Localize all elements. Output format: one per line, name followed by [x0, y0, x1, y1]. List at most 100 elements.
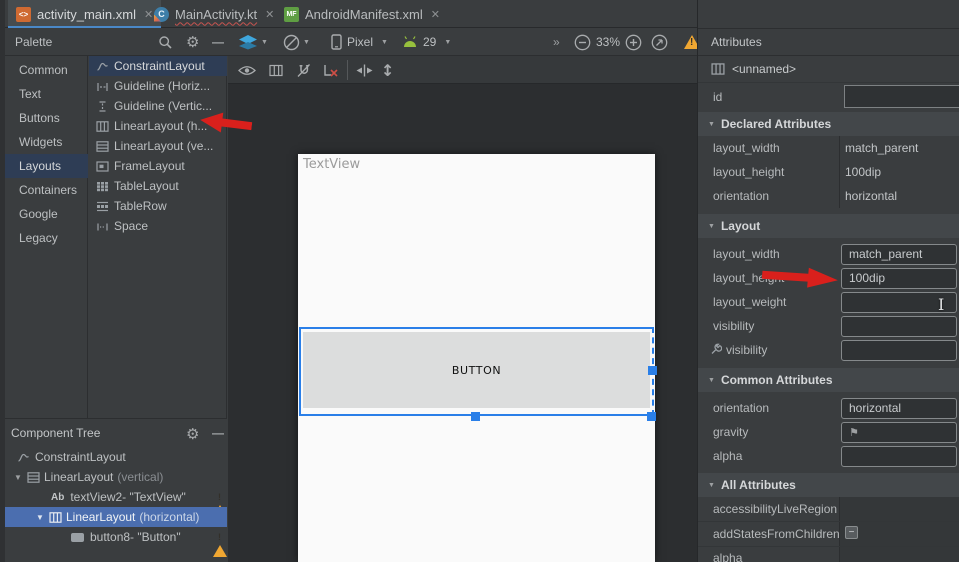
- resize-handle-right-middle[interactable]: [648, 366, 657, 375]
- palette-category-legacy[interactable]: Legacy: [5, 226, 88, 250]
- tree-node-constraintlayout[interactable]: ConstraintLayout: [5, 447, 227, 467]
- close-icon[interactable]: ✕: [431, 8, 440, 21]
- gear-icon[interactable]: ⚙: [186, 28, 199, 56]
- warning-icon[interactable]: [213, 531, 227, 545]
- clear-constraints-icon[interactable]: [322, 56, 339, 84]
- orientation-icon[interactable]: ▼: [283, 28, 310, 56]
- orientation-input[interactable]: horizontal: [841, 398, 957, 419]
- visibility-input[interactable]: [841, 316, 957, 337]
- section-all-attributes[interactable]: ▼All Attributes: [698, 473, 959, 497]
- tab-label: activity_main.xml: [37, 7, 136, 22]
- palette-item-tablelayout[interactable]: TableLayout: [89, 176, 227, 196]
- layout-width-input[interactable]: match_parent: [841, 244, 957, 265]
- attr-value[interactable]: horizontal: [845, 189, 897, 203]
- pack-horizontal-icon[interactable]: [356, 56, 373, 84]
- attr-value-cell[interactable]: [840, 547, 959, 562]
- canvas-textview[interactable]: TextView: [303, 157, 360, 172]
- attr-label: alpha: [713, 551, 742, 562]
- gear-icon[interactable]: ⚙: [186, 425, 199, 443]
- chevron-down-icon[interactable]: ▼: [13, 473, 23, 482]
- palette-category-containers[interactable]: Containers: [5, 178, 88, 202]
- tree-node-linearlayout-horizontal[interactable]: ▼ LinearLayout(horizontal): [5, 507, 227, 527]
- palette-panel: Common Text Buttons Widgets Layouts Cont…: [5, 56, 227, 418]
- tablelayout-icon: [96, 180, 109, 193]
- tree-node-button8[interactable]: button8- "Button": [5, 527, 227, 547]
- zoom-in-icon[interactable]: [625, 28, 642, 56]
- api-level-label: 29: [423, 35, 436, 49]
- guideline-vertical-icon: [96, 100, 109, 113]
- tab-mainactivity-kt[interactable]: C MainActivity.kt ✕: [146, 0, 282, 28]
- attr-label: layout_width: [713, 141, 780, 155]
- device-screen-canvas[interactable]: TextView BUTTON: [298, 154, 655, 562]
- attr-label: layout_height: [713, 165, 784, 179]
- palette-item-guideline-horizontal[interactable]: Guideline (Horiz...: [89, 76, 227, 96]
- tablerow-icon: [96, 200, 109, 213]
- resize-handle-bottom-center[interactable]: [471, 412, 480, 421]
- flag-icon[interactable]: ⚑: [849, 426, 859, 439]
- section-layout[interactable]: ▼Layout: [698, 214, 959, 238]
- attr-label: alpha: [713, 449, 742, 463]
- resize-handle-bottom-right[interactable]: [647, 412, 656, 421]
- close-icon[interactable]: ✕: [265, 8, 274, 21]
- selected-component-row: <unnamed>: [711, 62, 796, 76]
- palette-item-linearlayout-vertical[interactable]: LinearLayout (ve...: [89, 136, 227, 156]
- api-selector[interactable]: 29 ▼: [402, 28, 451, 56]
- main-toolbar: Palette ⚙ — ▼ ▼ Pixel ▼ 29 ▼ » 33%: [5, 28, 697, 56]
- tab-androidmanifest-xml[interactable]: MF AndroidManifest.xml ✕: [276, 0, 448, 28]
- linearlayout-vertical-icon: [96, 140, 109, 153]
- button-icon: [71, 533, 84, 542]
- palette-categories: Common Text Buttons Widgets Layouts Cont…: [5, 56, 88, 418]
- divider: [698, 82, 959, 83]
- alpha-input[interactable]: [841, 446, 957, 467]
- palette-category-text[interactable]: Text: [5, 82, 88, 106]
- attr-value[interactable]: match_parent: [845, 141, 918, 155]
- palette-category-common[interactable]: Common: [5, 58, 88, 82]
- editor-tab-bar: <> activity_main.xml ✕ C MainActivity.kt…: [5, 0, 697, 28]
- minimize-icon[interactable]: —: [212, 28, 224, 56]
- minimize-icon[interactable]: —: [212, 426, 224, 440]
- search-icon[interactable]: [158, 28, 173, 56]
- add-states-from-children-checkbox[interactable]: −: [845, 526, 858, 539]
- column-divider: [839, 136, 840, 208]
- palette-category-widgets[interactable]: Widgets: [5, 130, 88, 154]
- palette-item-tablerow[interactable]: TableRow: [89, 196, 227, 216]
- palette-category-buttons[interactable]: Buttons: [5, 106, 88, 130]
- id-input[interactable]: [844, 85, 959, 108]
- attr-value-cell[interactable]: [840, 497, 959, 521]
- zoom-to-fit-icon[interactable]: [651, 28, 668, 56]
- zoom-out-icon[interactable]: [574, 28, 591, 56]
- section-declared-attributes[interactable]: ▼Declared Attributes: [698, 112, 959, 136]
- palette-category-layouts[interactable]: Layouts: [5, 154, 88, 178]
- attr-label: orientation: [713, 189, 769, 203]
- view-options-eye-icon[interactable]: [238, 56, 256, 84]
- android-studio-layout-editor: <> activity_main.xml ✕ C MainActivity.kt…: [0, 0, 959, 562]
- section-common-attributes[interactable]: ▼Common Attributes: [698, 368, 959, 392]
- autoconnect-off-magnet-icon[interactable]: [296, 56, 312, 84]
- tools-visibility-input[interactable]: [841, 340, 957, 361]
- divider: [698, 546, 959, 547]
- tree-node-textview2[interactable]: Ab textView2- "TextView": [5, 487, 227, 507]
- tree-node-linearlayout-vertical[interactable]: ▼ LinearLayout(vertical): [5, 467, 227, 487]
- design-mode-layers-icon[interactable]: ▼: [238, 28, 268, 56]
- attr-label: layout_width: [713, 247, 780, 261]
- palette-category-google[interactable]: Google: [5, 202, 88, 226]
- textview-ab-icon: Ab: [51, 492, 64, 503]
- canvas-button[interactable]: BUTTON: [303, 332, 650, 408]
- toolbar-overflow-icon[interactable]: »: [553, 35, 560, 49]
- design-toolbar: ↕: [228, 56, 697, 84]
- layout-xml-file-icon: <>: [16, 7, 31, 22]
- palette-item-constraintlayout[interactable]: ConstraintLayout: [89, 56, 227, 76]
- attr-label: visibility: [713, 319, 754, 333]
- palette-item-framelayout[interactable]: FrameLayout: [89, 156, 227, 176]
- expand-vertical-icon[interactable]: ↕: [381, 56, 394, 84]
- tab-activity-main-xml[interactable]: <> activity_main.xml ✕: [8, 0, 161, 28]
- attr-label: accessibilityLiveRegion: [713, 502, 837, 516]
- gravity-input[interactable]: ⚑: [841, 422, 957, 443]
- attr-value[interactable]: 100dip: [845, 165, 881, 179]
- warning-icon[interactable]: [213, 491, 227, 505]
- chevron-down-icon[interactable]: ▼: [35, 513, 45, 522]
- device-selector[interactable]: Pixel ▼: [331, 28, 388, 56]
- blueprint-columns-icon[interactable]: [269, 56, 283, 84]
- layout-height-input[interactable]: 100dip: [841, 268, 957, 289]
- palette-item-space[interactable]: Space: [89, 216, 227, 236]
